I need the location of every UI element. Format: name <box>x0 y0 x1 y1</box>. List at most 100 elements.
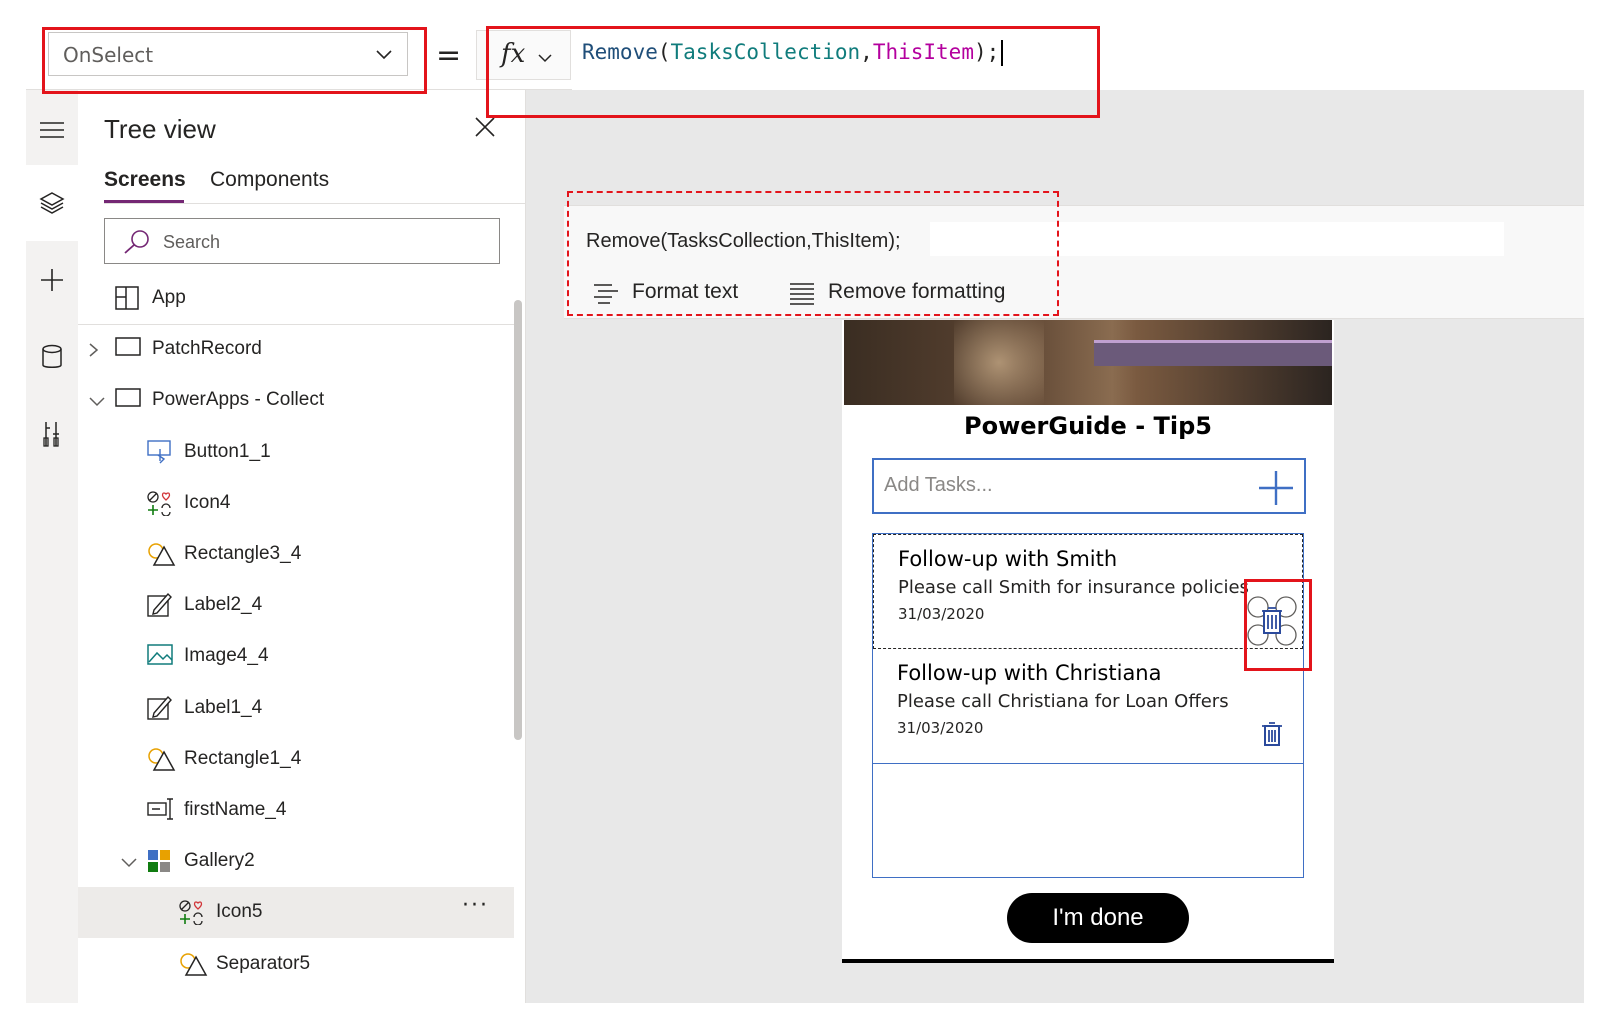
label-icon <box>146 695 172 725</box>
chevron-right-icon[interactable] <box>88 342 100 362</box>
tree-item-firstname-4[interactable]: firstName_4 <box>78 785 514 836</box>
label-icon <box>146 592 172 622</box>
left-rail <box>26 90 78 1003</box>
tree-item-patchrecord[interactable]: PatchRecord <box>78 324 514 375</box>
more-options-icon[interactable]: ··· <box>462 893 489 918</box>
tree-item-label: Label2_4 <box>184 594 263 616</box>
remove-formatting-button[interactable]: Remove formatting <box>788 280 1048 310</box>
database-icon <box>42 344 62 368</box>
tree-view-button[interactable] <box>26 165 78 241</box>
tree-item-label: PatchRecord <box>152 338 262 360</box>
design-canvas: Remove(TasksCollection,ThisItem); Format… <box>526 90 1584 1003</box>
tree-item-label: Icon5 <box>216 901 263 923</box>
header-image-highlight <box>954 320 1044 405</box>
add-task-input[interactable]: Add Tasks... <box>872 458 1306 514</box>
data-button[interactable] <box>26 327 78 387</box>
tab-divider <box>104 203 525 204</box>
header-image-monitor <box>1094 340 1332 366</box>
shapes-icon <box>178 951 208 981</box>
tree-item-label: Image4_4 <box>184 645 269 667</box>
button-icon <box>146 439 174 469</box>
screen-icon <box>114 336 142 362</box>
tree-item-label: Label1_4 <box>184 696 263 718</box>
formula-preview-field <box>930 222 1504 256</box>
tree-item-button1-1[interactable]: Button1_1 <box>78 427 514 478</box>
format-text-icon <box>592 282 620 310</box>
formula-token: ); <box>973 40 1000 64</box>
app-title: PowerGuide - Tip5 <box>964 412 1212 440</box>
equals-sign: = <box>436 38 462 73</box>
property-dropdown[interactable]: OnSelect <box>48 32 408 76</box>
plus-icon <box>41 269 63 291</box>
formula-token: ( <box>657 40 671 64</box>
gallery-item[interactable]: Follow-up with Smith Please call Smith f… <box>873 534 1303 649</box>
tree-item-rectangle1-4[interactable]: Rectangle1_4 <box>78 734 514 785</box>
remove-formatting-label: Remove formatting <box>828 280 1006 303</box>
tree-item-icon5[interactable]: Icon5 ··· <box>78 887 514 939</box>
tree-item-icon4[interactable]: Icon4 <box>78 478 514 529</box>
tree-view-panel: Tree view Screens Components Search App P… <box>78 90 526 1003</box>
hamburger-menu-button[interactable] <box>26 100 78 160</box>
trash-icon[interactable] <box>1246 595 1298 651</box>
icons-control-icon <box>146 490 174 520</box>
property-dropdown-value: OnSelect <box>63 43 154 67</box>
tree-scrollbar[interactable] <box>514 300 522 740</box>
tree-item-label: Rectangle3_4 <box>184 543 302 564</box>
powerapps-studio: OnSelect = fx Remove(TasksCollection,Thi… <box>26 20 1584 1003</box>
close-icon[interactable] <box>474 116 496 142</box>
screen-bottom-border <box>842 959 1334 963</box>
task-description: Please call Smith for insurance policies <box>898 577 1249 598</box>
gallery-separator <box>873 763 1303 764</box>
tools-icon <box>43 422 59 447</box>
tree-item-rectangle3-4[interactable]: Rectangle3_4 <box>78 529 514 580</box>
tree-item-label: Gallery2 <box>184 850 255 872</box>
shapes-icon <box>146 746 176 776</box>
tree-item-app[interactable]: App <box>78 273 514 324</box>
format-text-button[interactable]: Format text <box>592 280 772 310</box>
image-icon <box>146 643 174 671</box>
tab-components[interactable]: Components <box>210 168 329 192</box>
formula-token: Remove <box>582 40 658 64</box>
tree-item-label: App <box>152 287 186 308</box>
task-title: Follow-up with Smith <box>898 547 1118 571</box>
add-icon[interactable] <box>1258 470 1294 510</box>
tab-screens[interactable]: Screens <box>104 168 186 192</box>
chevron-down-icon <box>375 45 393 67</box>
formula-preview-text: Remove(TasksCollection,ThisItem); <box>586 230 901 252</box>
tree-item-powerapps-collect[interactable]: PowerApps - Collect <box>78 375 514 426</box>
tree-view-title: Tree view <box>104 114 216 144</box>
tree-item-label1-4[interactable]: Label1_4 <box>78 683 514 734</box>
tree-item-label: PowerApps - Collect <box>152 389 325 411</box>
tree-item-label: Icon4 <box>184 491 231 513</box>
remove-formatting-icon <box>788 282 816 312</box>
tasks-gallery: Follow-up with Smith Please call Smith f… <box>872 533 1304 878</box>
gallery-item[interactable]: Follow-up with Christiana Please call Ch… <box>873 649 1303 764</box>
tree-item-label: Rectangle1_4 <box>184 747 302 769</box>
trash-icon[interactable] <box>1261 721 1283 751</box>
tree-item-image4-4[interactable]: Image4_4 <box>78 631 514 682</box>
chevron-down-icon[interactable] <box>88 393 106 412</box>
search-placeholder: Search <box>163 232 221 252</box>
formula-text[interactable]: Remove(TasksCollection,ThisItem); <box>582 40 1004 66</box>
header-image <box>844 320 1332 405</box>
function-button[interactable]: fx <box>476 30 571 80</box>
formula-token: , <box>860 40 873 64</box>
tree-item-label: Separator5 <box>216 952 311 974</box>
chevron-down-icon[interactable] <box>120 854 138 873</box>
tree-item-gallery2[interactable]: Gallery2 <box>78 836 514 887</box>
hamburger-icon <box>40 122 64 138</box>
fx-icon: fx <box>501 39 526 69</box>
text-input-icon <box>146 797 176 825</box>
tree-item-label: firstName_4 <box>184 799 287 820</box>
insert-button[interactable] <box>26 250 78 310</box>
icons-control-icon <box>178 899 206 929</box>
tree-item-separator5[interactable]: Separator5 <box>78 939 514 990</box>
tree-item-label2-4[interactable]: Label2_4 <box>78 580 514 631</box>
text-cursor <box>1001 40 1004 66</box>
advanced-tools-button[interactable] <box>26 404 78 464</box>
tree-search-input[interactable]: Search <box>104 218 500 264</box>
task-description: Please call Christiana for Loan Offers <box>897 691 1229 712</box>
done-button[interactable]: I'm done <box>1007 893 1189 943</box>
layers-icon <box>39 192 65 214</box>
screen-icon <box>114 387 142 413</box>
